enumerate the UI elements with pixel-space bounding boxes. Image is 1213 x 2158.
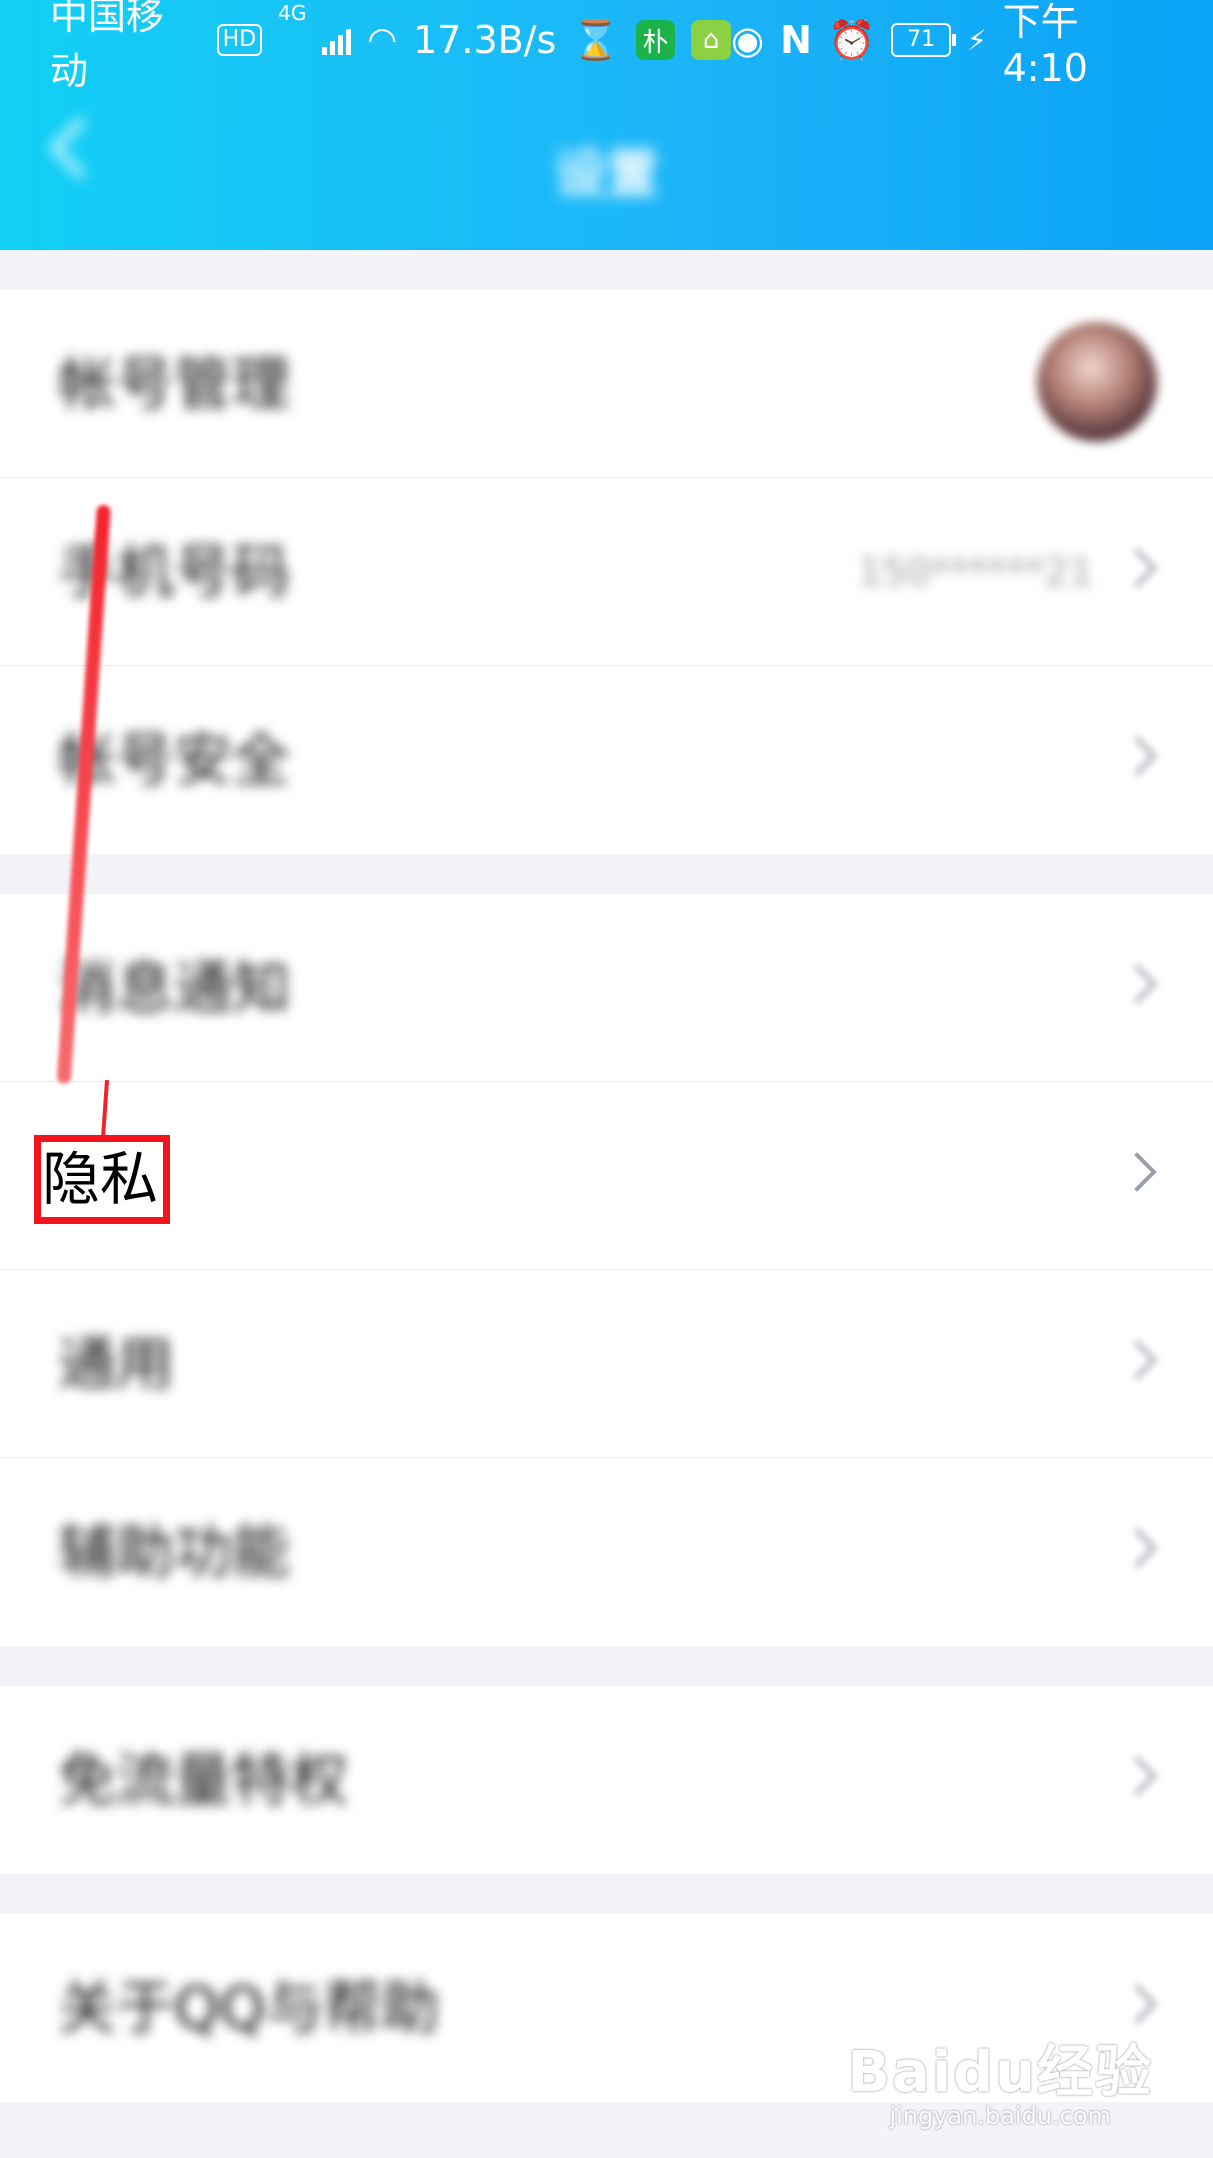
row-label: 免流量特权 xyxy=(58,1746,349,1814)
chevron-right-icon xyxy=(1117,736,1157,776)
chevron-right-icon xyxy=(1117,1528,1157,1568)
network-speed: 17.3B/s xyxy=(413,18,557,62)
group-gap xyxy=(0,854,1213,894)
charging-icon: ⚡ xyxy=(966,23,987,57)
status-right: ◉ N ⏰ 71 ⚡ 下午4:10 xyxy=(731,0,1163,90)
row-label: 消息通知 xyxy=(58,954,291,1022)
row-label: 通用 xyxy=(58,1330,175,1398)
settings-row-data-free[interactable]: 免流量特权 xyxy=(0,1686,1213,1874)
nav-bar: 设置 xyxy=(0,80,1213,250)
settings-list: 帐号管理 手机号码 150******21 帐号安全 消息通知 通用 辅助功能 … xyxy=(0,250,1213,2102)
row-label: 帐号管理 xyxy=(58,350,291,418)
baidu-watermark: Baidu经验 jingyan.baidu.com xyxy=(847,2027,1153,2130)
group-gap xyxy=(0,250,1213,290)
chevron-right-icon xyxy=(1117,1340,1157,1380)
chevron-right-icon xyxy=(1117,964,1157,1004)
settings-row-security[interactable]: 帐号安全 xyxy=(0,666,1213,854)
signal-icon xyxy=(322,25,352,55)
battery-icon: 71 xyxy=(891,23,956,57)
app-badge-icon: 朴 xyxy=(635,20,676,60)
row-label: 关于QQ与帮助 xyxy=(58,1974,440,2042)
alarm-icon: ⏰ xyxy=(827,17,876,62)
status-bar: 中国移动 HD 4G ◠ 17.3B/s ⌛ 朴 ⌂ ◉ N ⏰ 71 ⚡ 下午… xyxy=(0,0,1213,93)
settings-row-phone[interactable]: 手机号码 150******21 xyxy=(0,478,1213,666)
page-title: 设置 xyxy=(554,145,659,205)
nfc-icon: N xyxy=(780,18,812,62)
settings-row-accessibility[interactable]: 辅助功能 xyxy=(0,1458,1213,1646)
home-app-icon: ⌂ xyxy=(691,20,731,60)
settings-row-notifications[interactable]: 消息通知 xyxy=(0,894,1213,1082)
avatar xyxy=(1037,322,1157,442)
settings-row-privacy[interactable] xyxy=(0,1082,1213,1270)
privacy-label[interactable]: 隐私 xyxy=(42,1143,158,1216)
chevron-right-icon xyxy=(1117,1984,1157,2024)
watermark-url: jingyan.baidu.com xyxy=(889,2102,1111,2130)
settings-row-general[interactable]: 通用 xyxy=(0,1270,1213,1458)
chevron-right-icon xyxy=(1117,1756,1157,1796)
wifi-icon: ◠ xyxy=(367,20,398,60)
clock-time: 下午4:10 xyxy=(1002,0,1088,90)
settings-row-account[interactable]: 帐号管理 xyxy=(0,290,1213,478)
row-value: 150******21 xyxy=(858,550,1093,594)
group-gap xyxy=(0,1874,1213,1914)
eye-icon: ◉ xyxy=(730,18,765,62)
network-type: 4G xyxy=(278,1,307,25)
row-label: 辅助功能 xyxy=(58,1518,291,1586)
group-gap xyxy=(0,1646,1213,1686)
hourglass-icon: ⌛ xyxy=(572,17,620,62)
hd-icon: HD xyxy=(216,24,263,56)
chevron-right-icon xyxy=(1117,548,1157,588)
watermark-logo-text: Baidu经验 xyxy=(847,2040,1153,2105)
chevron-right-icon xyxy=(1117,1152,1157,1192)
